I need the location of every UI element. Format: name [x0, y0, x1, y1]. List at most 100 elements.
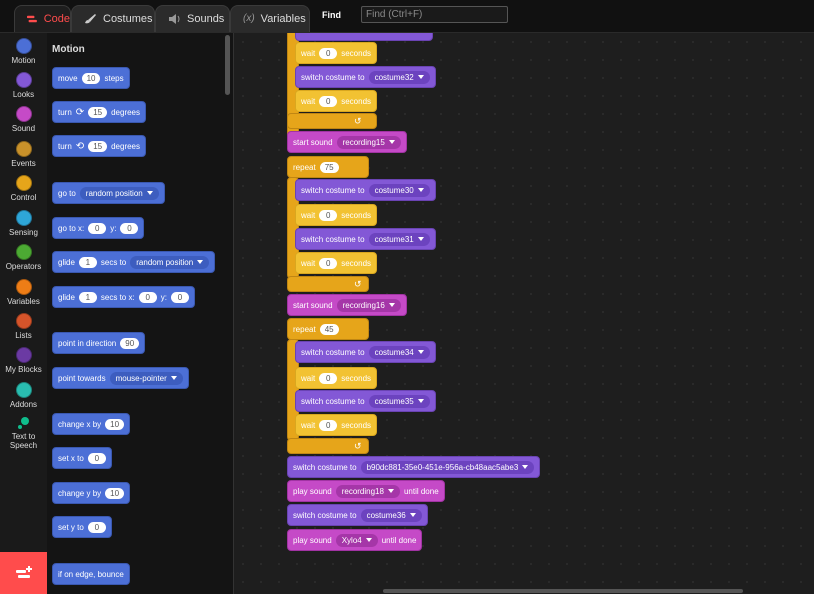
- caret-down-icon: [417, 237, 424, 241]
- category-variables[interactable]: Variables: [0, 279, 47, 306]
- wait-block[interactable]: wait 0 seconds: [295, 204, 378, 226]
- costume-dropdown[interactable]: costume34: [368, 345, 430, 359]
- y-input[interactable]: 10: [105, 487, 125, 499]
- switch-costume-block[interactable]: switch costume to costume31: [295, 228, 436, 250]
- change-x-block[interactable]: change x by 10: [52, 413, 131, 435]
- costume-dropdown[interactable]: costume31: [368, 232, 430, 246]
- category-sensing[interactable]: Sensing: [0, 210, 47, 237]
- secs-input[interactable]: 1: [78, 291, 97, 303]
- sound-dropdown[interactable]: recording18: [335, 484, 400, 498]
- addons-dot-icon: [15, 382, 32, 398]
- wait-block[interactable]: wait 0 seconds: [295, 367, 378, 389]
- switch-costume-block[interactable]: switch costume to b90dc881-35e0-451e-956…: [287, 456, 541, 478]
- degrees-input[interactable]: 15: [88, 140, 108, 152]
- category-sound[interactable]: Sound: [0, 106, 47, 133]
- costume-dropdown[interactable]: costume36: [360, 508, 422, 522]
- seconds-input[interactable]: 0: [319, 47, 338, 59]
- code-workspace[interactable]: wait 0 seconds switch costume to costume32…: [234, 33, 814, 594]
- switch-costume-block[interactable]: switch costume to costume32: [295, 66, 436, 88]
- y-input[interactable]: 0: [87, 521, 106, 533]
- glide-to-block[interactable]: glide 1 secs to random position: [52, 251, 216, 273]
- bounce-block[interactable]: if on edge, bounce: [52, 563, 130, 585]
- costume-dropdown[interactable]: costume30: [368, 183, 430, 197]
- turn-right-block[interactable]: turn ⟳ 15 degrees: [52, 101, 147, 123]
- sound-dropdown[interactable]: recording16: [336, 298, 401, 312]
- category-operators[interactable]: Operators: [0, 244, 47, 271]
- category-control[interactable]: Control: [0, 175, 47, 202]
- category-text-to-speech[interactable]: Text to Speech: [0, 416, 47, 450]
- x-input[interactable]: 10: [105, 418, 125, 430]
- wait-block[interactable]: wait 0 seconds: [295, 414, 378, 436]
- target-dropdown[interactable]: random position: [79, 186, 159, 200]
- tab-variables[interactable]: (x) Variables: [230, 5, 310, 32]
- category-looks[interactable]: Looks: [0, 72, 47, 99]
- seconds-input[interactable]: 0: [319, 372, 338, 384]
- direction-input[interactable]: 90: [120, 337, 140, 349]
- wait-block[interactable]: wait 0 seconds: [295, 90, 378, 112]
- steps-input[interactable]: 10: [81, 72, 101, 84]
- go-to-xy-block[interactable]: go to x: 0 y: 0: [52, 217, 145, 239]
- point-towards-block[interactable]: point towards mouse-pointer: [52, 367, 189, 389]
- repeat-count-input[interactable]: 45: [319, 323, 339, 335]
- seconds-input[interactable]: 0: [319, 419, 338, 431]
- repeat-block[interactable]: repeat 75: [287, 156, 369, 178]
- switch-costume-block-partial[interactable]: [295, 33, 433, 41]
- play-sound-until-done-block[interactable]: play sound recording18 until done: [287, 480, 445, 502]
- x-input[interactable]: 0: [87, 452, 106, 464]
- point-in-direction-block[interactable]: point in direction 90: [52, 332, 146, 354]
- x-input[interactable]: 0: [88, 222, 107, 234]
- set-y-block[interactable]: set y to 0: [52, 516, 112, 538]
- start-sound-block[interactable]: start sound recording16: [287, 294, 407, 316]
- switch-costume-block[interactable]: switch costume to costume34: [295, 341, 436, 363]
- y-input[interactable]: 0: [170, 291, 189, 303]
- category-addons[interactable]: Addons: [0, 382, 47, 409]
- go-to-block[interactable]: go to random position: [52, 182, 165, 204]
- tab-sounds[interactable]: Sounds: [155, 5, 230, 32]
- seconds-input[interactable]: 0: [319, 257, 338, 269]
- repeat-block[interactable]: repeat 45: [287, 318, 369, 340]
- caret-down-icon: [417, 399, 424, 403]
- glide-to-xy-block[interactable]: glide 1 secs to x: 0 y: 0: [52, 286, 195, 308]
- lists-dot-icon: [15, 313, 32, 329]
- switch-costume-block[interactable]: switch costume to costume36: [287, 504, 428, 526]
- play-sound-until-done-block[interactable]: play sound Xylo4 until done: [287, 529, 423, 551]
- sound-dropdown[interactable]: Xylo4: [335, 533, 378, 547]
- seconds-input[interactable]: 0: [319, 209, 338, 221]
- sound-dropdown[interactable]: recording15: [336, 135, 401, 149]
- add-extension-icon: [15, 566, 32, 578]
- tab-code[interactable]: Code: [14, 5, 71, 32]
- x-input[interactable]: 0: [138, 291, 157, 303]
- towards-dropdown[interactable]: mouse-pointer: [109, 371, 183, 385]
- repeat-count-input[interactable]: 75: [319, 161, 339, 173]
- costume-dropdown[interactable]: b90dc881-35e0-451e-956a-cb48aac5abe3: [360, 460, 535, 474]
- wait-block[interactable]: wait 0 seconds: [295, 252, 378, 274]
- find-input[interactable]: [361, 6, 508, 23]
- caret-down-icon: [417, 188, 424, 192]
- move-steps-block[interactable]: move 10 steps: [52, 67, 130, 89]
- workspace-horizontal-scrollbar[interactable]: [383, 589, 743, 593]
- seconds-input[interactable]: 0: [319, 95, 338, 107]
- target-dropdown[interactable]: random position: [130, 255, 210, 269]
- degrees-input[interactable]: 15: [88, 106, 108, 118]
- start-sound-block[interactable]: start sound recording15: [287, 131, 407, 153]
- set-x-block[interactable]: set x to 0: [52, 447, 112, 469]
- palette-scrollbar[interactable]: [225, 35, 230, 95]
- switch-costume-block[interactable]: switch costume to costume35: [295, 390, 436, 412]
- change-y-block[interactable]: change y by 10: [52, 482, 131, 504]
- category-motion[interactable]: Motion: [0, 38, 47, 65]
- switch-costume-block[interactable]: switch costume to costume30: [295, 179, 436, 201]
- secs-input[interactable]: 1: [78, 256, 97, 268]
- tab-costumes[interactable]: Costumes: [71, 5, 155, 32]
- costume-dropdown[interactable]: costume35: [368, 394, 430, 408]
- category-sidebar: Motion Looks Sound Events Control Sensin…: [0, 33, 48, 594]
- y-input[interactable]: 0: [120, 222, 139, 234]
- category-my-blocks[interactable]: My Blocks: [0, 347, 47, 374]
- costume-dropdown[interactable]: costume32: [368, 70, 430, 84]
- variables-dot-icon: [15, 279, 32, 295]
- turn-left-block[interactable]: turn ⟲ 15 degrees: [52, 135, 147, 157]
- add-extension-button[interactable]: [0, 552, 47, 594]
- category-lists[interactable]: Lists: [0, 313, 47, 340]
- category-events[interactable]: Events: [0, 141, 47, 168]
- wait-block[interactable]: wait 0 seconds: [295, 42, 378, 64]
- repeat-end: ↺: [287, 276, 369, 292]
